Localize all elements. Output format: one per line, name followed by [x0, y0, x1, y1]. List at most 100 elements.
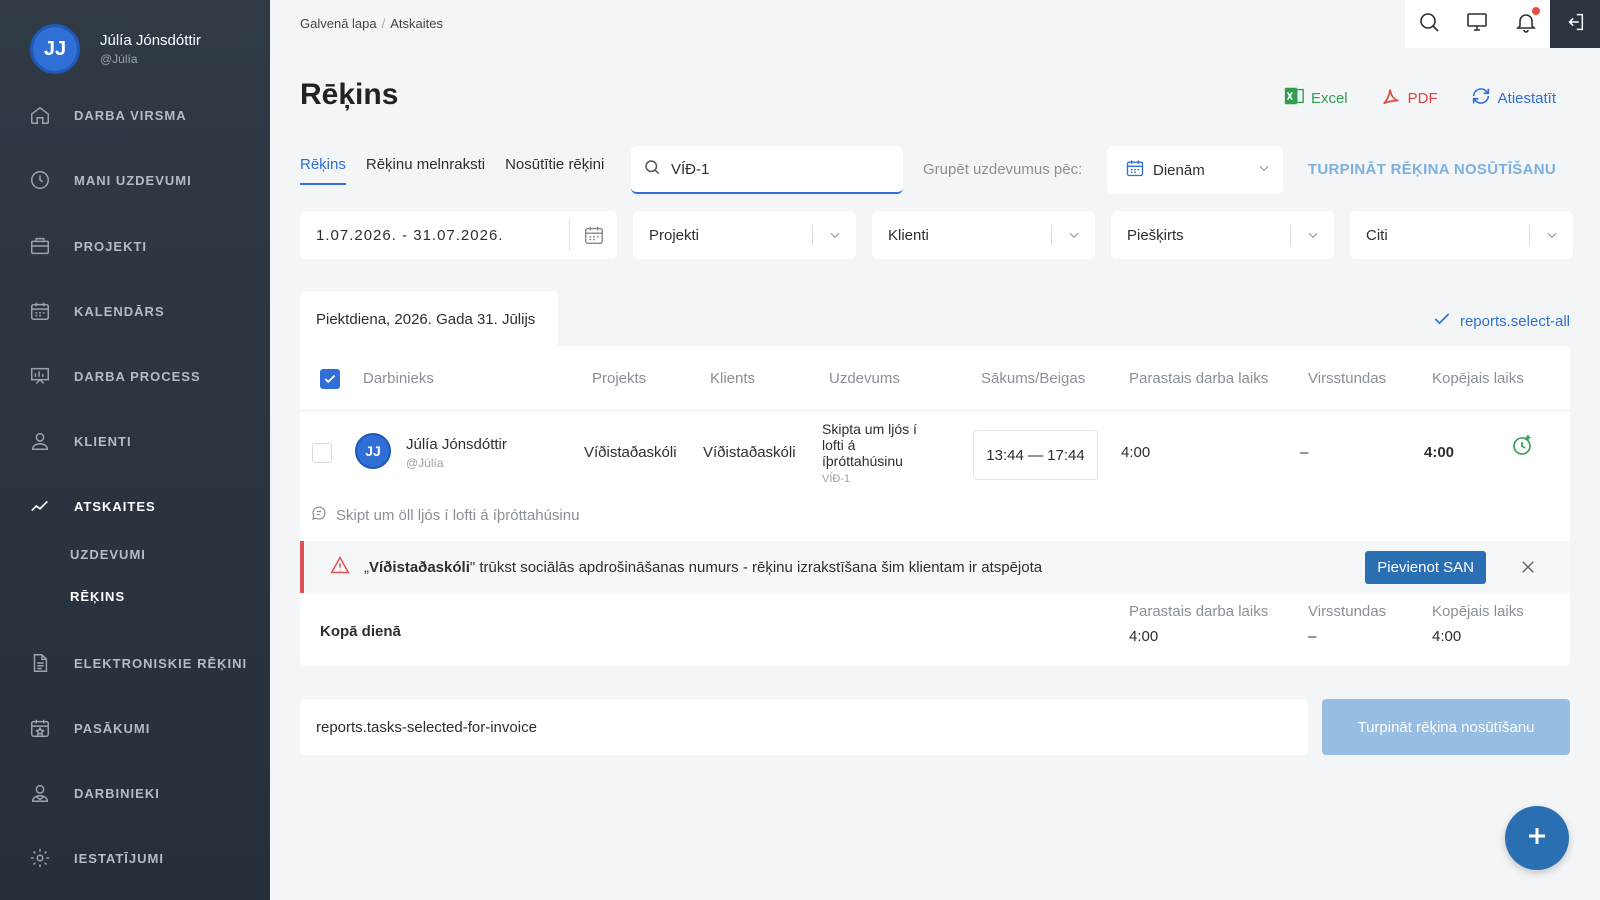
- sidebar-item-employees[interactable]: DARBINIEKI: [28, 778, 160, 808]
- calendar-icon: [1125, 158, 1145, 182]
- total-overtime-value: –: [1308, 628, 1317, 645]
- sidebar-item-projects[interactable]: PROJEKTI: [28, 231, 147, 261]
- excel-label: Excel: [1310, 89, 1348, 107]
- total-regular-label: Parastais darba laiks: [1129, 603, 1269, 620]
- pdf-icon: [1380, 85, 1402, 111]
- column-header-total-time: Kopējais laiks: [1432, 370, 1524, 387]
- task-code: VÍÐ-1: [822, 473, 851, 485]
- comment-text: Skipt um öll ljós í lofti á íþróttahúsin…: [336, 506, 580, 524]
- add-button[interactable]: [1505, 806, 1569, 870]
- selected-tasks-bar: reports.tasks-selected-for-invoice: [300, 699, 1308, 755]
- sidebar-item-label: KLIENTI: [74, 433, 132, 449]
- logout-button[interactable]: [1550, 0, 1600, 48]
- continue-invoice-link[interactable]: TURPINĀT RĒĶINA NOSŪTĪŠANU: [1308, 161, 1556, 178]
- check-icon: [1432, 309, 1452, 333]
- tab-sent-invoices[interactable]: Nosūtītie rēķini: [505, 156, 604, 185]
- filters-row: 1.07.2026. - 31.07.2026. Projekti Klient…: [300, 211, 1573, 259]
- select-all-label: reports.select-all: [1459, 312, 1570, 330]
- sidebar-item-dashboard[interactable]: DARBA VIRSMA: [28, 100, 187, 130]
- notification-dot: [1531, 6, 1540, 15]
- column-header-employee: Darbinieks: [363, 370, 434, 387]
- tab-invoice[interactable]: Rēķins: [300, 156, 346, 185]
- total-overtime-label: Virsstundas: [1308, 603, 1387, 620]
- search-input[interactable]: VÍÐ-1: [631, 146, 903, 194]
- selected-tasks-text: reports.tasks-selected-for-invoice: [316, 718, 537, 736]
- sidebar-item-label: DARBA PROCESS: [74, 368, 201, 384]
- sidebar-item-label: KALENDĀRS: [74, 303, 165, 319]
- document-icon: [28, 651, 52, 675]
- select-all-button[interactable]: reports.select-all: [1432, 309, 1570, 333]
- pdf-label: PDF: [1407, 89, 1438, 107]
- employee-name: Júlía Jónsdóttir: [406, 436, 507, 453]
- bell-icon[interactable]: [1514, 6, 1540, 39]
- sidebar-item-events[interactable]: PASĀKUMI: [28, 713, 150, 743]
- comment-icon: [310, 504, 328, 526]
- user-profile[interactable]: JJ Júlía Jónsdóttir @Júlía: [30, 24, 201, 74]
- sidebar-item-my-tasks[interactable]: MANI UZDEVUMI: [28, 165, 192, 195]
- search-icon[interactable]: [1417, 10, 1441, 39]
- column-header-overtime: Virsstundas: [1308, 370, 1387, 387]
- breadcrumb-home[interactable]: Galvenā lapa: [300, 16, 377, 31]
- overtime-cell: –: [1300, 444, 1309, 461]
- sidebar-item-workflow[interactable]: DARBA PROCESS: [28, 361, 201, 391]
- assigned-filter[interactable]: Piešķirts: [1111, 211, 1334, 259]
- breadcrumb-current: Atskaites: [390, 16, 443, 31]
- date-range-picker[interactable]: 1.07.2026. - 31.07.2026.: [300, 211, 617, 259]
- clients-filter[interactable]: Klienti: [872, 211, 1095, 259]
- add-time-icon[interactable]: [1510, 433, 1534, 461]
- calendar-icon[interactable]: [569, 219, 617, 251]
- reset-label: Atiestatīt: [1497, 89, 1556, 107]
- chevron-down-icon: [1529, 225, 1573, 245]
- sidebar-item-reports[interactable]: ATSKAITES: [28, 491, 156, 521]
- close-icon[interactable]: [1518, 557, 1538, 577]
- sidebar-subitem-tasks[interactable]: UZDEVUMI: [70, 547, 146, 562]
- column-header-regular-time: Parastais darba laiks: [1129, 370, 1269, 387]
- sidebar-subitem-invoice[interactable]: RĒĶINS: [70, 589, 125, 604]
- reset-button[interactable]: Atiestatīt: [1470, 85, 1556, 111]
- select-all-checkbox[interactable]: [320, 369, 340, 389]
- continue-invoice-button[interactable]: Turpināt rēķina nosūtīšanu: [1322, 699, 1570, 755]
- add-san-button[interactable]: Pievienot SAN: [1365, 550, 1486, 584]
- sidebar-item-e-invoices[interactable]: ELEKTRONISKIE RĒĶINI: [28, 648, 247, 678]
- top-toolbar: [1405, 0, 1550, 48]
- column-header-project: Projekts: [592, 370, 647, 387]
- calendar-icon: [28, 299, 52, 323]
- board-icon: [28, 364, 52, 388]
- chevron-down-icon: [1290, 225, 1334, 245]
- avatar: JJ: [30, 24, 80, 74]
- task-name: Skipta um ljós í lofti á íþróttahúsinu: [822, 421, 917, 469]
- export-actions: Excel PDF Atiestatīt: [1283, 85, 1556, 111]
- clock-icon: [28, 168, 52, 192]
- search-value: VÍÐ-1: [671, 160, 710, 178]
- excel-button[interactable]: Excel: [1283, 85, 1348, 111]
- excel-icon: [1283, 85, 1305, 111]
- home-icon: [28, 103, 52, 127]
- monitor-icon[interactable]: [1465, 10, 1489, 39]
- sidebar-item-label: MANI UZDEVUMI: [74, 172, 192, 188]
- clients-filter-label: Klienti: [888, 226, 929, 244]
- search-icon: [643, 158, 661, 180]
- group-by-label: Grupēt uzdevumus pēc:: [923, 161, 1083, 178]
- sidebar-item-settings[interactable]: IESTATĪJUMI: [28, 843, 164, 873]
- sidebar-item-clients[interactable]: KLIENTI: [28, 426, 132, 456]
- pdf-button[interactable]: PDF: [1380, 85, 1438, 111]
- page-title: Rēķins: [300, 78, 399, 111]
- projects-filter-label: Projekti: [649, 226, 700, 244]
- group-by-select[interactable]: Dienām: [1107, 146, 1283, 194]
- sidebar-item-calendar[interactable]: KALENDĀRS: [28, 296, 165, 326]
- column-header-client: Klients: [710, 370, 756, 387]
- time-range-field[interactable]: 13:44 — 17:44: [973, 430, 1098, 480]
- other-filter[interactable]: Citi: [1350, 211, 1573, 259]
- assigned-filter-label: Piešķirts: [1127, 226, 1184, 244]
- row-checkbox[interactable]: [312, 443, 332, 463]
- missing-ssn-alert: „Víðistaðaskóli" trūkst sociālās apdroši…: [300, 541, 1570, 593]
- group-by-value: Dienām: [1153, 161, 1205, 179]
- table-row[interactable]: JJ Júlía Jónsdóttir @Júlía Víðistaðaskól…: [300, 411, 1570, 486]
- chevron-down-icon: [1051, 225, 1095, 245]
- sidebar: JJ Júlía Jónsdóttir @Júlía DARBA VIRSMA …: [0, 0, 270, 900]
- refresh-icon: [1470, 85, 1492, 111]
- projects-filter[interactable]: Projekti: [633, 211, 856, 259]
- warning-icon: [330, 555, 350, 579]
- tab-invoice-drafts[interactable]: Rēķinu melnraksti: [366, 156, 485, 185]
- total-time-cell: 4:00: [1424, 444, 1455, 461]
